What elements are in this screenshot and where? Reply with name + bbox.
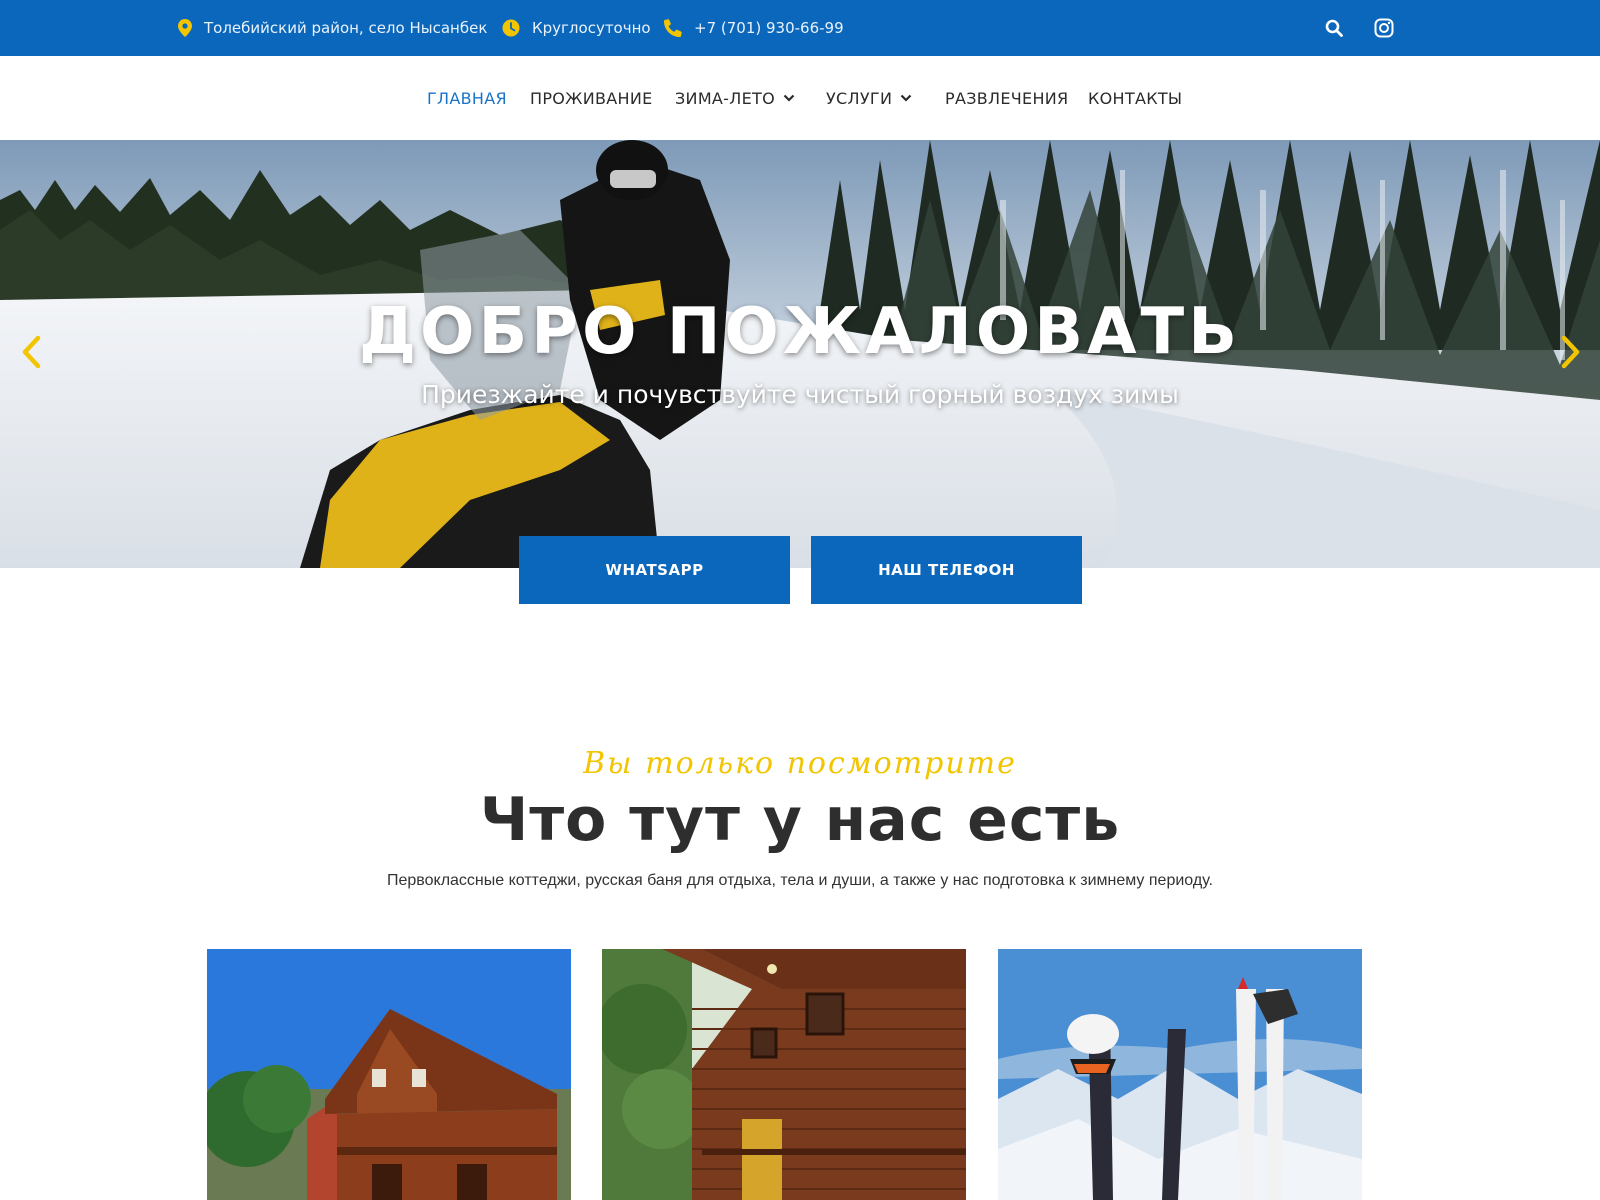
instagram-link[interactable] <box>1370 14 1398 42</box>
phone-info[interactable]: +7 (701) 930-66-99 <box>664 0 844 56</box>
nav-item-accommodation[interactable]: ПРОЖИВАНИЕ <box>530 56 653 140</box>
nav-item-label: ЗИМА-ЛЕТО <box>675 88 775 108</box>
main-nav: ГЛАВНАЯ ПРОЖИВАНИЕ ЗИМА-ЛЕТО УСЛУГИ РАЗВ… <box>0 56 1600 140</box>
cottage-photo <box>207 949 571 1200</box>
instagram-icon <box>1374 18 1394 38</box>
chevron-left-icon <box>22 335 41 369</box>
nav-item-entertainment[interactable]: РАЗВЛЕЧЕНИЯ <box>945 56 1068 140</box>
search-button[interactable] <box>1320 14 1348 42</box>
nav-item-label: КОНТАКТЫ <box>1088 88 1183 108</box>
search-icon <box>1325 19 1343 37</box>
hero-subtitle: Приезжайте и почувствуйте чистый горный … <box>421 380 1179 409</box>
slider-prev-button[interactable] <box>16 332 46 372</box>
nav-item-home[interactable]: ГЛАВНАЯ <box>427 56 507 140</box>
ski-equipment-photo <box>998 949 1362 1200</box>
section-kicker: Вы только посмотрите <box>583 746 1017 781</box>
whatsapp-button[interactable]: WHATSAPP <box>519 536 790 604</box>
nav-item-label: РАЗВЛЕЧЕНИЯ <box>945 88 1069 108</box>
nav-item-services[interactable]: УСЛУГИ <box>826 56 912 140</box>
phone-text: +7 (701) 930-66-99 <box>694 19 844 37</box>
hours-text: Круглосуточно <box>532 19 651 37</box>
section-title: Что тут у нас есть <box>479 785 1121 855</box>
our-phone-button[interactable]: НАШ ТЕЛЕФОН <box>811 536 1082 604</box>
hours-info: Круглосуточно <box>502 0 651 56</box>
nav-item-label: ГЛАВНАЯ <box>427 88 507 108</box>
nav-item-label: УСЛУГИ <box>826 88 893 108</box>
cottage-card[interactable] <box>207 949 571 1200</box>
chevron-right-icon <box>1561 335 1580 369</box>
top-bar: Толебийский район, село Нысанбек Круглос… <box>0 0 1600 56</box>
clock-icon <box>502 19 520 37</box>
nav-item-winter-summer[interactable]: ЗИМА-ЛЕТО <box>675 56 795 140</box>
section-description: Первоклассные коттеджи, русская баня для… <box>387 872 1213 889</box>
wooden-house-card[interactable] <box>602 949 966 1200</box>
hero-slider: ДОБРО ПОЖАЛОВАТЬ Приезжайте и почувствуй… <box>0 140 1600 568</box>
hero-title: ДОБРО ПОЖАЛОВАТЬ <box>359 295 1241 369</box>
map-pin-icon <box>178 19 192 37</box>
nav-item-contacts[interactable]: КОНТАКТЫ <box>1088 56 1182 140</box>
address-text: Толебийский район, село Нысанбек <box>204 19 488 37</box>
ski-equipment-card[interactable] <box>998 949 1362 1200</box>
nav-item-label: ПРОЖИВАНИЕ <box>530 88 653 108</box>
wooden-house-photo <box>602 949 966 1200</box>
address-info: Толебийский район, село Нысанбек <box>178 0 487 56</box>
chevron-down-icon <box>783 94 795 102</box>
slider-next-button[interactable] <box>1556 332 1586 372</box>
phone-icon <box>664 19 682 37</box>
chevron-down-icon <box>900 94 912 102</box>
